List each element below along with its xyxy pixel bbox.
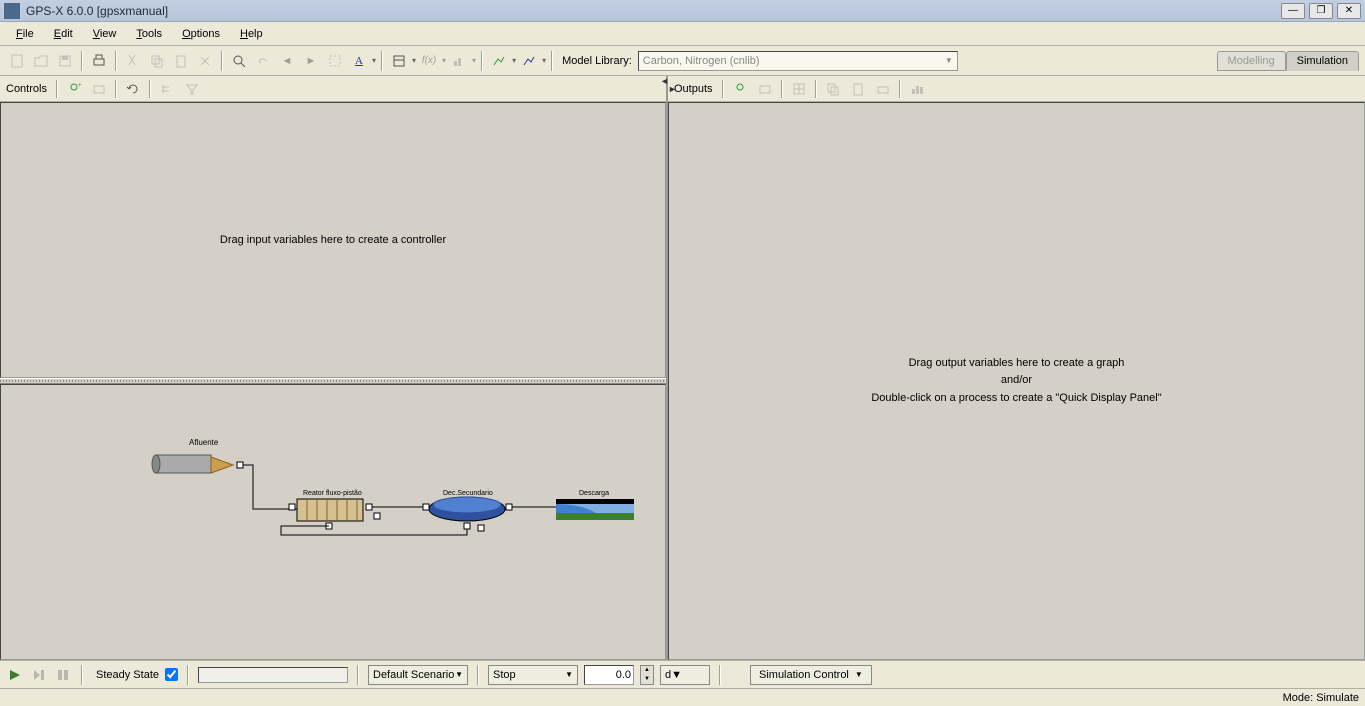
menu-edit[interactable]: Edit xyxy=(44,25,83,43)
scenario-value: Default Scenario xyxy=(373,669,454,681)
menubar: File Edit View Tools Options Help xyxy=(0,22,1365,46)
delete-button[interactable] xyxy=(194,50,216,72)
stop-dropdown[interactable]: Stop ▼ xyxy=(488,665,578,685)
graph2-button[interactable] xyxy=(518,50,540,72)
zoom-button[interactable] xyxy=(228,50,250,72)
steady-state-label: Steady State xyxy=(96,669,159,681)
controls-title: Controls xyxy=(6,83,47,95)
outputs-print-btn[interactable] xyxy=(872,78,894,100)
stop-value: Stop xyxy=(493,669,516,681)
statusbar: Mode: Simulate xyxy=(0,688,1365,706)
vertical-splitter[interactable] xyxy=(660,76,676,106)
outputs-title: Outputs xyxy=(674,83,713,95)
controls-new-btn[interactable]: + xyxy=(63,78,85,100)
controls-open-btn[interactable] xyxy=(88,78,110,100)
open-button[interactable] xyxy=(30,50,52,72)
tab-modelling[interactable]: Modelling xyxy=(1217,51,1286,71)
simulation-control-button[interactable]: Simulation Control ▼ xyxy=(750,665,872,685)
controls-drop-zone[interactable]: Drag input variables here to create a co… xyxy=(0,102,666,378)
maximize-button[interactable]: ❐ xyxy=(1309,3,1333,19)
model-library-value: Carbon, Nitrogen (cnlib) xyxy=(643,55,760,67)
play-button[interactable] xyxy=(6,666,24,684)
app-icon xyxy=(4,3,20,19)
label-afluente: Afluente xyxy=(189,438,219,447)
controls-tree-btn[interactable] xyxy=(156,78,178,100)
steady-state-checkbox[interactable] xyxy=(165,668,178,681)
outputs-placeholder-3: Double-click on a process to create a "Q… xyxy=(871,390,1161,408)
print-button[interactable] xyxy=(88,50,110,72)
outputs-copy-btn[interactable] xyxy=(822,78,844,100)
menu-file[interactable]: File xyxy=(6,25,44,43)
locator-button[interactable] xyxy=(388,50,410,72)
controls-header: Controls + xyxy=(0,76,666,102)
controls-filter-btn[interactable] xyxy=(181,78,203,100)
new-button[interactable] xyxy=(6,50,28,72)
outputs-grid-btn[interactable] xyxy=(788,78,810,100)
diagram-canvas[interactable]: Afluente Reator fluxo-pistão xyxy=(0,384,666,660)
spinner-down[interactable]: ▼ xyxy=(641,675,653,684)
menu-view[interactable]: View xyxy=(83,25,127,43)
time-input[interactable] xyxy=(584,665,634,685)
outputs-open-btn[interactable] xyxy=(754,78,776,100)
fx-button[interactable]: f(x) xyxy=(418,50,440,72)
progress-bar xyxy=(198,667,348,683)
outputs-new-btn[interactable] xyxy=(729,78,751,100)
undo-button[interactable] xyxy=(252,50,274,72)
menu-options[interactable]: Options xyxy=(172,25,230,43)
menu-help[interactable]: Help xyxy=(230,25,273,43)
close-button[interactable]: ✕ xyxy=(1337,3,1361,19)
time-spinner[interactable]: ▲ ▼ xyxy=(640,665,654,685)
text-button[interactable]: A xyxy=(348,50,370,72)
outputs-placeholder-1: Drag output variables here to create a g… xyxy=(909,355,1125,373)
model-library-dropdown[interactable]: Carbon, Nitrogen (cnlib) ▼ xyxy=(638,51,958,71)
label-dec: Dec.Secundario xyxy=(443,490,493,497)
controls-refresh-btn[interactable] xyxy=(122,78,144,100)
pause-button[interactable] xyxy=(54,666,72,684)
select-rect-button[interactable] xyxy=(324,50,346,72)
window-title: GPS-X 6.0.0 [gpsxmanual] xyxy=(26,4,168,18)
bottom-toolbar: Steady State Default Scenario ▼ Stop ▼ ▲… xyxy=(0,660,1365,688)
nav-left-button[interactable]: ◄ xyxy=(276,50,298,72)
chart1-button[interactable] xyxy=(448,50,470,72)
scenario-dropdown[interactable]: Default Scenario ▼ xyxy=(368,665,468,685)
save-button[interactable] xyxy=(54,50,76,72)
outputs-header: Outputs xyxy=(668,76,1365,102)
outputs-chart-btn[interactable] xyxy=(906,78,928,100)
simulation-control-label: Simulation Control xyxy=(759,669,849,681)
paste-button[interactable] xyxy=(170,50,192,72)
controls-placeholder: Drag input variables here to create a co… xyxy=(220,234,446,246)
outputs-placeholder-2: and/or xyxy=(1001,372,1032,390)
nav-right-button[interactable]: ► xyxy=(300,50,322,72)
unit-dropdown[interactable]: d ▼ xyxy=(660,665,710,685)
menu-tools[interactable]: Tools xyxy=(126,25,172,43)
label-reator: Reator fluxo-pistão xyxy=(303,490,362,497)
spinner-up[interactable]: ▲ xyxy=(641,666,653,675)
svg-text:+: + xyxy=(78,83,82,89)
tab-simulation[interactable]: Simulation xyxy=(1286,51,1359,71)
step-button[interactable] xyxy=(30,666,48,684)
main-toolbar: ◄ ► A ▾ ▾ f(x) ▾ ▾ ▾ ▾ Model Library: Ca… xyxy=(0,46,1365,76)
copy-button[interactable] xyxy=(146,50,168,72)
model-library-label: Model Library: xyxy=(562,55,632,67)
outputs-drop-zone[interactable]: Drag output variables here to create a g… xyxy=(668,102,1365,660)
titlebar: GPS-X 6.0.0 [gpsxmanual] — ❐ ✕ xyxy=(0,0,1365,22)
cut-button[interactable] xyxy=(122,50,144,72)
status-mode: Mode: Simulate xyxy=(1283,692,1359,704)
label-descarga: Descarga xyxy=(579,490,609,497)
graph1-button[interactable] xyxy=(488,50,510,72)
minimize-button[interactable]: — xyxy=(1281,3,1305,19)
outputs-paste-btn[interactable] xyxy=(847,78,869,100)
